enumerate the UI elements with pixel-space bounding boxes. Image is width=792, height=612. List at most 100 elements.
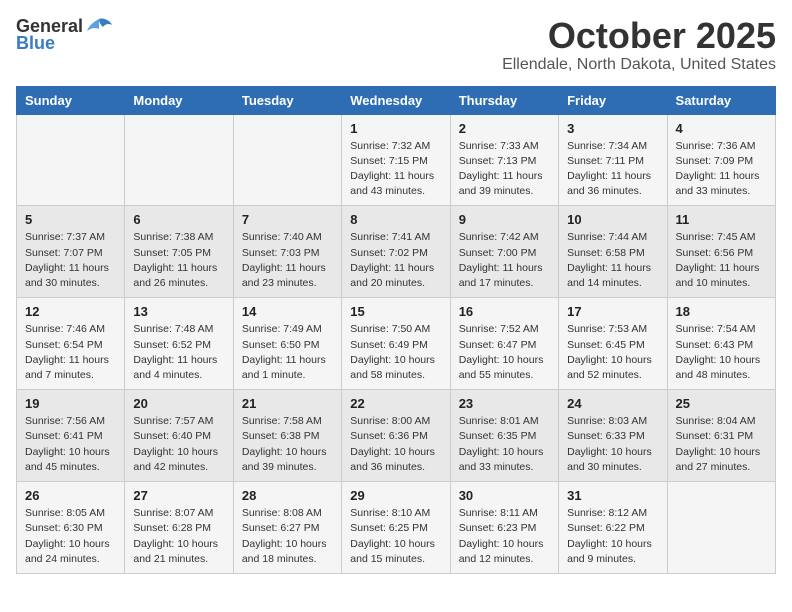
day-number: 21 xyxy=(242,396,333,411)
day-info: Sunrise: 7:33 AM Sunset: 7:13 PM Dayligh… xyxy=(459,139,550,200)
calendar-cell xyxy=(17,114,125,206)
calendar-cell: 31 Sunrise: 8:12 AM Sunset: 6:22 PM Dayli… xyxy=(559,482,667,574)
day-info: Sunrise: 7:44 AM Sunset: 6:58 PM Dayligh… xyxy=(567,230,658,291)
day-number: 20 xyxy=(133,396,224,411)
calendar-cell: 1 Sunrise: 7:32 AM Sunset: 7:15 PM Daylig… xyxy=(342,114,450,206)
day-info: Sunrise: 8:01 AM Sunset: 6:35 PM Dayligh… xyxy=(459,414,550,475)
week-row-5: 26Sunrise: 8:05 AM Sunset: 6:30 PM Dayli… xyxy=(17,482,776,574)
logo-bird-icon xyxy=(85,17,113,37)
calendar-cell: 15 Sunrise: 7:50 AM Sunset: 6:49 PM Dayli… xyxy=(342,298,450,390)
week-row-2: 5Sunrise: 7:37 AM Sunset: 7:07 PM Daylig… xyxy=(17,206,776,298)
day-header-tuesday: Tuesday xyxy=(233,86,341,114)
day-info: Sunrise: 7:56 AM Sunset: 6:41 PM Dayligh… xyxy=(25,414,116,475)
month-title: October 2025 xyxy=(502,16,776,56)
day-info: Sunrise: 7:54 AM Sunset: 6:43 PM Dayligh… xyxy=(676,322,767,383)
day-info: Sunrise: 7:41 AM Sunset: 7:02 PM Dayligh… xyxy=(350,230,441,291)
day-header-saturday: Saturday xyxy=(667,86,775,114)
calendar-cell: 23Sunrise: 8:01 AM Sunset: 6:35 PM Dayli… xyxy=(450,390,558,482)
day-number: 12 xyxy=(25,304,116,319)
day-info: Sunrise: 7:46 AM Sunset: 6:54 PM Dayligh… xyxy=(25,322,116,383)
calendar-cell: 16 Sunrise: 7:52 AM Sunset: 6:47 PM Dayli… xyxy=(450,298,558,390)
day-number: 27 xyxy=(133,488,224,503)
day-number: 2 xyxy=(459,121,550,136)
calendar-cell: 14Sunrise: 7:49 AM Sunset: 6:50 PM Dayli… xyxy=(233,298,341,390)
calendar-cell: 4 Sunrise: 7:36 AM Sunset: 7:09 PM Daylig… xyxy=(667,114,775,206)
calendar-cell: 21 Sunrise: 7:58 AM Sunset: 6:38 PM Dayli… xyxy=(233,390,341,482)
calendar-cell: 9Sunrise: 7:42 AM Sunset: 7:00 PM Daylig… xyxy=(450,206,558,298)
calendar-cell: 22 Sunrise: 8:00 AM Sunset: 6:36 PM Dayli… xyxy=(342,390,450,482)
day-info: Sunrise: 8:08 AM Sunset: 6:27 PM Dayligh… xyxy=(242,506,333,567)
calendar-cell: 18 Sunrise: 7:54 AM Sunset: 6:43 PM Dayli… xyxy=(667,298,775,390)
day-number: 22 xyxy=(350,396,441,411)
day-number: 16 xyxy=(459,304,550,319)
day-header-thursday: Thursday xyxy=(450,86,558,114)
day-info: Sunrise: 8:04 AM Sunset: 6:31 PM Dayligh… xyxy=(676,414,767,475)
days-header-row: SundayMondayTuesdayWednesdayThursdayFrid… xyxy=(17,86,776,114)
day-info: Sunrise: 8:10 AM Sunset: 6:25 PM Dayligh… xyxy=(350,506,441,567)
day-number: 26 xyxy=(25,488,116,503)
calendar-cell: 20 Sunrise: 7:57 AM Sunset: 6:40 PM Dayli… xyxy=(125,390,233,482)
day-number: 13 xyxy=(133,304,224,319)
day-number: 11 xyxy=(676,212,767,227)
calendar-cell: 25 Sunrise: 8:04 AM Sunset: 6:31 PM Dayli… xyxy=(667,390,775,482)
calendar-cell: 19 Sunrise: 7:56 AM Sunset: 6:41 PM Dayli… xyxy=(17,390,125,482)
day-number: 1 xyxy=(350,121,441,136)
calendar-cell: 3 Sunrise: 7:34 AM Sunset: 7:11 PM Daylig… xyxy=(559,114,667,206)
day-info: Sunrise: 8:07 AM Sunset: 6:28 PM Dayligh… xyxy=(133,506,224,567)
calendar-cell: 8 Sunrise: 7:41 AM Sunset: 7:02 PM Daylig… xyxy=(342,206,450,298)
day-number: 30 xyxy=(459,488,550,503)
day-info: Sunrise: 7:58 AM Sunset: 6:38 PM Dayligh… xyxy=(242,414,333,475)
day-header-friday: Friday xyxy=(559,86,667,114)
calendar-cell xyxy=(233,114,341,206)
calendar-cell: 27 Sunrise: 8:07 AM Sunset: 6:28 PM Dayli… xyxy=(125,482,233,574)
day-info: Sunrise: 7:52 AM Sunset: 6:47 PM Dayligh… xyxy=(459,322,550,383)
day-header-sunday: Sunday xyxy=(17,86,125,114)
calendar-cell: 2 Sunrise: 7:33 AM Sunset: 7:13 PM Daylig… xyxy=(450,114,558,206)
day-number: 3 xyxy=(567,121,658,136)
day-number: 31 xyxy=(567,488,658,503)
day-number: 7 xyxy=(242,212,333,227)
week-row-1: 1 Sunrise: 7:32 AM Sunset: 7:15 PM Daylig… xyxy=(17,114,776,206)
day-info: Sunrise: 7:50 AM Sunset: 6:49 PM Dayligh… xyxy=(350,322,441,383)
day-info: Sunrise: 7:38 AM Sunset: 7:05 PM Dayligh… xyxy=(133,230,224,291)
day-number: 17 xyxy=(567,304,658,319)
day-info: Sunrise: 8:00 AM Sunset: 6:36 PM Dayligh… xyxy=(350,414,441,475)
day-info: Sunrise: 8:11 AM Sunset: 6:23 PM Dayligh… xyxy=(459,506,550,567)
day-info: Sunrise: 7:53 AM Sunset: 6:45 PM Dayligh… xyxy=(567,322,658,383)
calendar-cell: 6Sunrise: 7:38 AM Sunset: 7:05 PM Daylig… xyxy=(125,206,233,298)
day-number: 10 xyxy=(567,212,658,227)
day-info: Sunrise: 7:34 AM Sunset: 7:11 PM Dayligh… xyxy=(567,139,658,200)
day-info: Sunrise: 7:40 AM Sunset: 7:03 PM Dayligh… xyxy=(242,230,333,291)
day-number: 18 xyxy=(676,304,767,319)
day-number: 24 xyxy=(567,396,658,411)
day-header-monday: Monday xyxy=(125,86,233,114)
calendar-cell xyxy=(667,482,775,574)
calendar-cell: 11Sunrise: 7:45 AM Sunset: 6:56 PM Dayli… xyxy=(667,206,775,298)
calendar-table: SundayMondayTuesdayWednesdayThursdayFrid… xyxy=(16,86,776,574)
calendar-cell: 5Sunrise: 7:37 AM Sunset: 7:07 PM Daylig… xyxy=(17,206,125,298)
day-number: 4 xyxy=(676,121,767,136)
week-row-3: 12 Sunrise: 7:46 AM Sunset: 6:54 PM Dayli… xyxy=(17,298,776,390)
day-info: Sunrise: 7:36 AM Sunset: 7:09 PM Dayligh… xyxy=(676,139,767,200)
calendar-cell: 30 Sunrise: 8:11 AM Sunset: 6:23 PM Dayli… xyxy=(450,482,558,574)
calendar-cell: 10 Sunrise: 7:44 AM Sunset: 6:58 PM Dayli… xyxy=(559,206,667,298)
day-info: Sunrise: 7:57 AM Sunset: 6:40 PM Dayligh… xyxy=(133,414,224,475)
day-info: Sunrise: 7:32 AM Sunset: 7:15 PM Dayligh… xyxy=(350,139,441,200)
calendar-cell: 12 Sunrise: 7:46 AM Sunset: 6:54 PM Dayli… xyxy=(17,298,125,390)
calendar-cell xyxy=(125,114,233,206)
page-header: General Blue October 2025 Ellendale, Nor… xyxy=(16,16,776,74)
day-number: 25 xyxy=(676,396,767,411)
calendar-cell: 13 Sunrise: 7:48 AM Sunset: 6:52 PM Dayli… xyxy=(125,298,233,390)
logo: General Blue xyxy=(16,16,113,54)
calendar-cell: 7 Sunrise: 7:40 AM Sunset: 7:03 PM Daylig… xyxy=(233,206,341,298)
day-number: 8 xyxy=(350,212,441,227)
day-info: Sunrise: 8:12 AM Sunset: 6:22 PM Dayligh… xyxy=(567,506,658,567)
week-row-4: 19 Sunrise: 7:56 AM Sunset: 6:41 PM Dayli… xyxy=(17,390,776,482)
day-number: 15 xyxy=(350,304,441,319)
day-number: 29 xyxy=(350,488,441,503)
calendar-cell: 17 Sunrise: 7:53 AM Sunset: 6:45 PM Dayli… xyxy=(559,298,667,390)
day-header-wednesday: Wednesday xyxy=(342,86,450,114)
day-info: Sunrise: 7:48 AM Sunset: 6:52 PM Dayligh… xyxy=(133,322,224,383)
title-block: October 2025 Ellendale, North Dakota, Un… xyxy=(502,16,776,74)
day-number: 19 xyxy=(25,396,116,411)
